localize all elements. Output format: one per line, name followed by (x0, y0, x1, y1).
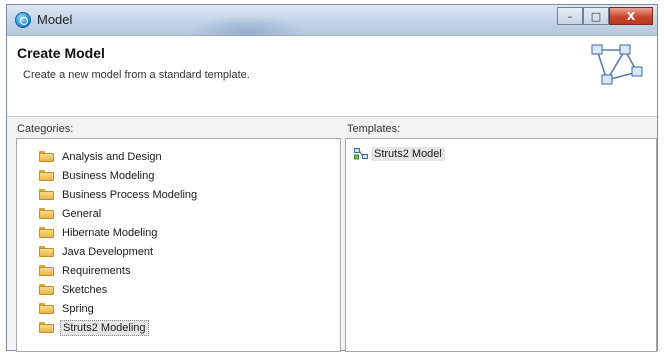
category-label: Business Process Modeling (62, 188, 198, 201)
list-item[interactable]: Analysis and Design (39, 147, 340, 166)
page-description: Create a new model from a standard templ… (23, 69, 250, 81)
templates-label: Templates: (347, 123, 401, 135)
folder-icon (39, 170, 54, 181)
title-bar[interactable]: Model – □ X (7, 5, 657, 49)
page-title: Create Model (17, 45, 105, 61)
list-item[interactable]: Business Process Modeling (39, 185, 340, 204)
category-label: Java Development (62, 245, 154, 258)
categories-list[interactable]: Analysis and Design Business Modeling Bu… (16, 138, 341, 352)
folder-icon (39, 208, 54, 219)
category-label: Analysis and Design (62, 150, 162, 163)
category-label: Business Modeling (62, 169, 155, 182)
list-item[interactable]: Sketches (39, 280, 340, 299)
model-graph-icon (591, 44, 643, 85)
template-item-struts2-model[interactable]: Struts2 Model (354, 145, 656, 163)
window-title: Model (37, 12, 73, 27)
category-label: Sketches (62, 283, 108, 296)
category-label: Requirements (62, 264, 131, 277)
close-button[interactable]: X (609, 7, 653, 25)
model-icon (354, 148, 368, 160)
window-controls: – □ X (557, 7, 653, 27)
templates-list[interactable]: Struts2 Model (345, 138, 657, 352)
category-label: General (62, 207, 102, 220)
categories-label: Categories: (17, 123, 74, 135)
list-item[interactable]: General (39, 204, 340, 223)
category-label: Spring (62, 302, 94, 315)
folder-icon (39, 227, 54, 238)
list-item-selected[interactable]: Struts2 Modeling (39, 318, 340, 337)
category-label: Struts2 Modeling (60, 319, 149, 336)
folder-icon (39, 265, 54, 276)
list-item[interactable]: Hibernate Modeling (39, 223, 340, 242)
list-item[interactable]: Requirements (39, 261, 340, 280)
header-banner: Create Model Create a new model from a s… (7, 36, 657, 117)
list-item[interactable]: Java Development (39, 242, 340, 261)
folder-icon (39, 189, 54, 200)
folder-icon (39, 284, 54, 295)
minimize-button[interactable]: – (557, 7, 583, 25)
folder-icon (39, 303, 54, 314)
maximize-button[interactable]: □ (583, 7, 609, 25)
category-label: Hibernate Modeling (62, 226, 158, 239)
list-item[interactable]: Business Modeling (39, 166, 340, 185)
list-item[interactable]: Spring (39, 299, 340, 318)
model-dialog: Model – □ X Create Model Create a new mo… (6, 4, 658, 352)
folder-icon (39, 246, 54, 257)
folder-icon (39, 322, 54, 333)
app-icon (15, 12, 31, 28)
template-label: Struts2 Model (371, 147, 445, 161)
folder-icon (39, 151, 54, 162)
